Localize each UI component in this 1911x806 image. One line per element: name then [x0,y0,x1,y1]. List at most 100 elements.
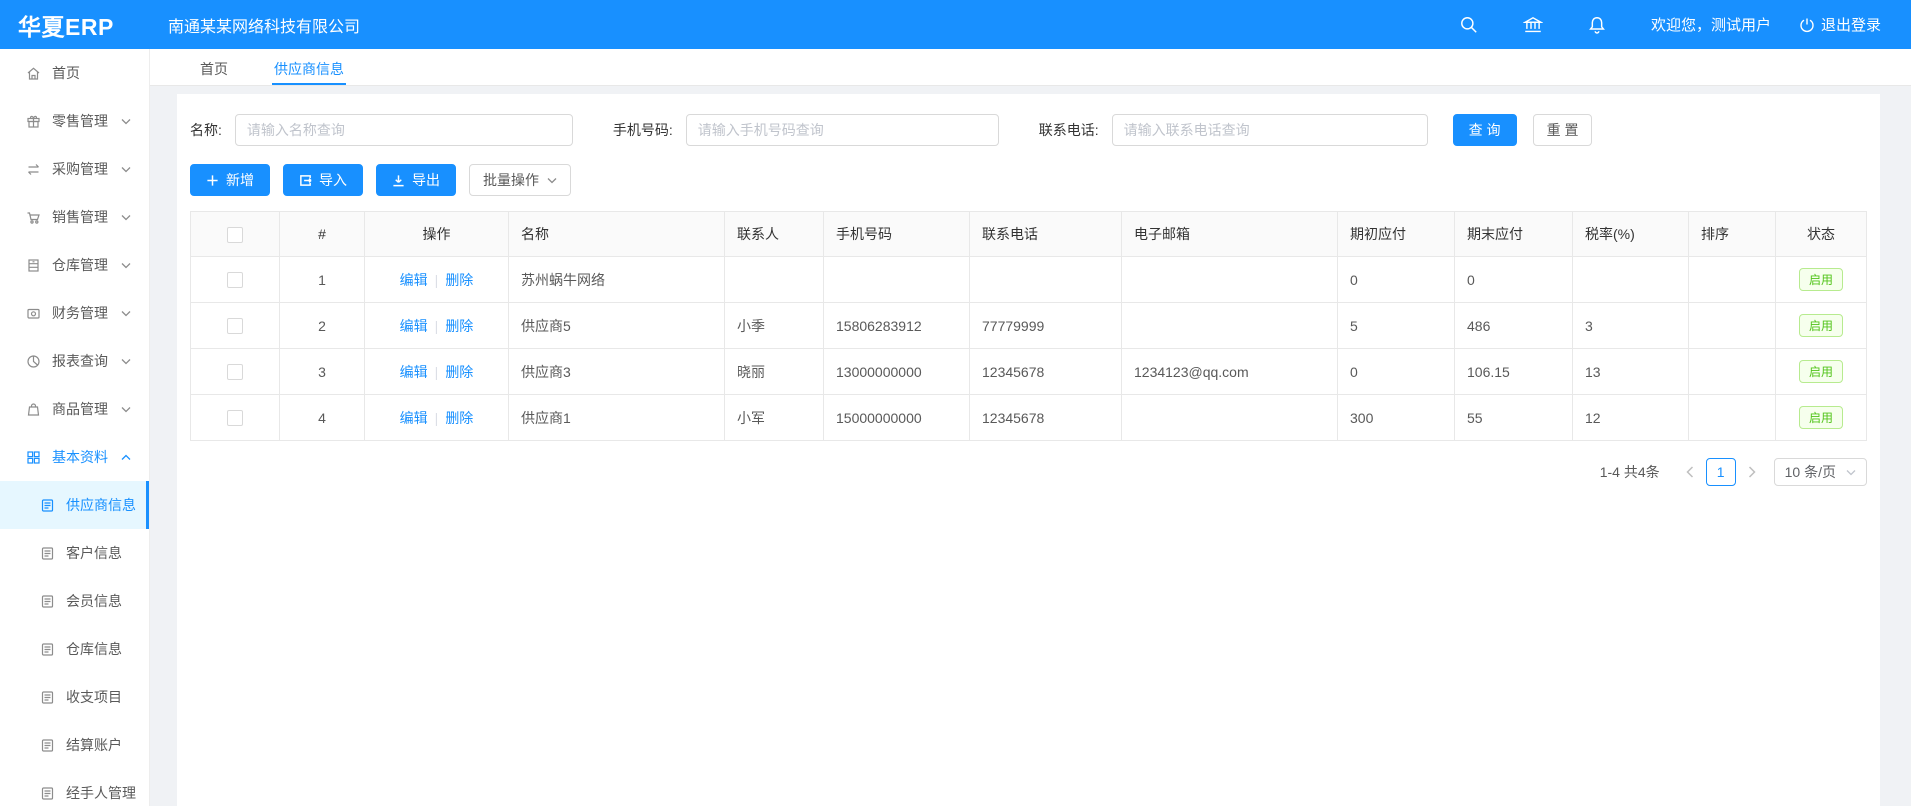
cell-sort [1689,303,1776,349]
main-area: 首页 供应商信息 名称: 手机号码: 联系电话: 查 询 重 置 [150,49,1911,806]
table-row: 4 编辑|删除 供应商1 小军 15000000000 12345678 300… [191,395,1867,441]
tab-supplier-info[interactable]: 供应商信息 [272,49,346,85]
cell-email [1122,303,1338,349]
delete-link[interactable]: 删除 [445,410,473,426]
chevron-down-icon [121,166,131,173]
row-checkbox[interactable] [227,364,243,380]
sidebar-item-finance[interactable]: 财务管理 [0,289,149,337]
sidebar-item-basic-data[interactable]: 基本资料 [0,433,149,481]
sidebar-item-warehouse[interactable]: 仓库管理 [0,241,149,289]
cell-tel: 77779999 [970,303,1122,349]
page-size-select[interactable]: 10 条/页 [1774,458,1867,486]
row-checkbox[interactable] [227,410,243,426]
sidebar-item-label: 结算账户 [66,735,122,755]
sidebar-item-supplier-info[interactable]: 供应商信息 [0,481,149,529]
filter-row: 名称: 手机号码: 联系电话: 查 询 重 置 [190,114,1867,146]
table-row: 2 编辑|删除 供应商5 小季 15806283912 77779999 5 4… [191,303,1867,349]
row-actions: 编辑|删除 [365,395,509,441]
next-page-icon[interactable] [1740,458,1764,486]
cell-begin-payable: 0 [1338,349,1455,395]
edit-link[interactable]: 编辑 [400,272,428,288]
sidebar-item-retail[interactable]: 零售管理 [0,97,149,145]
status-badge: 启用 [1799,360,1843,383]
app-logo: 华夏ERP [0,8,150,42]
sidebar-item-home[interactable]: 首页 [0,49,149,97]
sidebar-item-member-info[interactable]: 会员信息 [0,577,149,625]
sidebar-item-label: 销售管理 [52,207,108,227]
sidebar-item-reports[interactable]: 报表查询 [0,337,149,385]
batch-actions-button[interactable]: 批量操作 [469,164,571,196]
delete-link[interactable]: 删除 [445,364,473,380]
sidebar-item-label: 供应商信息 [66,495,136,515]
delete-link[interactable]: 删除 [445,318,473,334]
row-actions: 编辑 | 删除 [365,303,509,349]
status-badge: 启用 [1799,268,1843,291]
row-index: 1 [280,257,365,303]
tab-home[interactable]: 首页 [198,49,230,85]
platform-icon[interactable] [1523,15,1543,35]
col-status: 状态 [1776,212,1867,257]
import-button[interactable]: 导入 [283,164,363,196]
search-icon[interactable] [1459,15,1479,35]
document-icon [40,642,55,657]
sidebar-item-label: 首页 [52,63,80,83]
col-index: # [280,212,365,257]
action-divider: | [435,318,439,334]
sidebar-item-label: 收支项目 [66,687,122,707]
sidebar-item-customer-info[interactable]: 客户信息 [0,529,149,577]
cell-end-payable: 0 [1455,257,1573,303]
sidebar-item-label: 基本资料 [52,447,108,467]
sidebar-item-income-expense[interactable]: 收支项目 [0,673,149,721]
cell-end-payable: 55 [1455,395,1573,441]
table-header-row: # 操作 名称 联系人 手机号码 联系电话 电子邮箱 期初应付 期末应付 税率(… [191,212,1867,257]
grid-icon [26,450,41,465]
logout-button[interactable]: 退出登录 [1799,14,1881,35]
sidebar-item-purchase[interactable]: 采购管理 [0,145,149,193]
sidebar-item-label: 会员信息 [66,591,122,611]
sidebar-item-warehouse-info[interactable]: 仓库信息 [0,625,149,673]
sidebar-item-label: 零售管理 [52,111,108,131]
bell-icon[interactable] [1587,15,1607,35]
sidebar-item-handler-management[interactable]: 经手人管理 [0,769,149,806]
sidebar-item-label: 采购管理 [52,159,108,179]
prev-page-icon[interactable] [1678,458,1702,486]
edit-link[interactable]: 编辑 [400,364,428,380]
edit-link[interactable]: 编辑 [400,318,428,334]
add-button[interactable]: 新增 [190,164,270,196]
select-all-checkbox[interactable] [227,227,243,243]
edit-link[interactable]: 编辑 [400,410,428,426]
cell-end-payable: 486 [1455,303,1573,349]
search-button[interactable]: 查 询 [1453,114,1517,146]
tel-filter-input[interactable] [1112,114,1428,146]
name-filter-input[interactable] [235,114,573,146]
row-index: 4 [280,395,365,441]
cell-contact: 小军 [725,395,824,441]
export-button[interactable]: 导出 [376,164,456,196]
sidebar-item-settlement-account[interactable]: 结算账户 [0,721,149,769]
chevron-down-icon [1846,469,1856,476]
document-icon [40,786,55,801]
phone-filter-input[interactable] [686,114,999,146]
row-checkbox[interactable] [227,272,243,288]
cell-contact: 晓丽 [725,349,824,395]
col-tax-rate: 税率(%) [1573,212,1689,257]
delete-link[interactable]: 删除 [445,272,473,288]
sidebar-item-sales[interactable]: 销售管理 [0,193,149,241]
page-number-button[interactable]: 1 [1706,458,1736,486]
export-button-label: 导出 [412,170,440,190]
cell-phone: 15806283912 [824,303,970,349]
col-phone: 手机号码 [824,212,970,257]
cell-name: 供应商1 [509,395,725,441]
company-name: 南通某某网络科技有限公司 [168,13,360,37]
logout-label: 退出登录 [1821,14,1881,35]
supplier-table: # 操作 名称 联系人 手机号码 联系电话 电子邮箱 期初应付 期末应付 税率(… [190,211,1867,441]
row-checkbox[interactable] [227,318,243,334]
sidebar-item-goods[interactable]: 商品管理 [0,385,149,433]
sidebar-item-label: 报表查询 [52,351,108,371]
cell-email: 1234123@qq.com [1122,349,1338,395]
col-name: 名称 [509,212,725,257]
tab-bar: 首页 供应商信息 [150,49,1911,86]
reset-button[interactable]: 重 置 [1533,114,1593,146]
cell-tax-rate: 12 [1573,395,1689,441]
swap-icon [26,162,41,177]
